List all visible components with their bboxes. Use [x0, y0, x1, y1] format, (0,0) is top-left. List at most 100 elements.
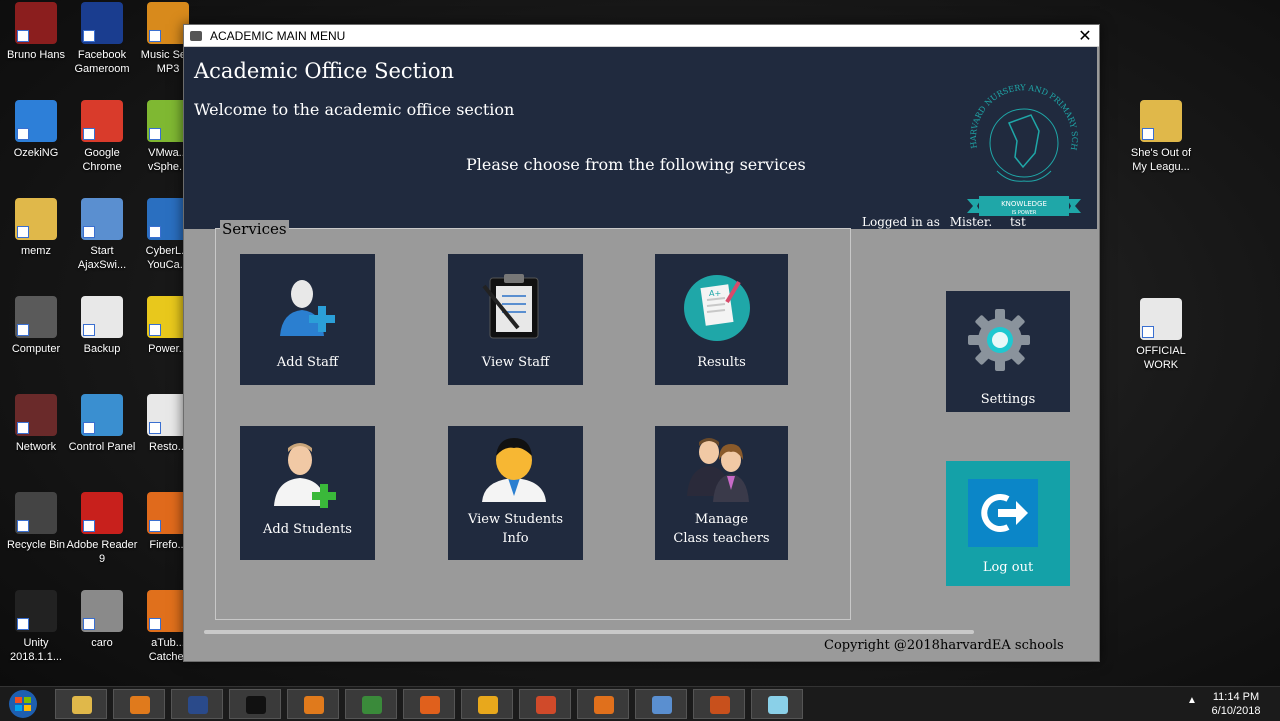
- results-button[interactable]: A+ Results: [655, 254, 788, 385]
- view-students-info-label-line2: Info: [502, 531, 529, 546]
- add-students-button[interactable]: Add Students: [240, 426, 375, 560]
- horizontal-scrollbar[interactable]: [204, 630, 974, 634]
- caro-icon: [81, 590, 123, 632]
- taskbar-button[interactable]: [461, 689, 513, 719]
- settings-label: Settings: [980, 392, 1036, 407]
- java-icon: [710, 696, 730, 714]
- app-icon: [768, 696, 788, 714]
- taskbar-button[interactable]: [519, 689, 571, 719]
- copyright-text: Copyright @2018harvardEA schools: [824, 638, 1064, 653]
- powerpoint-icon: [536, 696, 556, 714]
- desktop-icon-label: She's Out of My Leagu...: [1130, 147, 1192, 173]
- logout-button[interactable]: Log out: [946, 461, 1070, 586]
- add-staff-button[interactable]: Add Staff: [240, 254, 375, 385]
- desktop-icon[interactable]: OzekiNG: [0, 100, 72, 160]
- desktop-icon-label: OFFICIAL WORK: [1136, 345, 1186, 371]
- desktop-icon[interactable]: Bruno Hans: [0, 2, 72, 62]
- folder-icon: [15, 198, 57, 240]
- sublime-icon: [478, 696, 498, 714]
- java-app-icon: [190, 30, 202, 41]
- desktop-icon[interactable]: Recycle Bin: [0, 492, 72, 552]
- desktop-icon[interactable]: Start AjaxSwi...: [66, 198, 138, 272]
- manage-class-teachers-button[interactable]: Manage Class teachers: [655, 426, 788, 560]
- taskbar-button[interactable]: [693, 689, 745, 719]
- document-icon: [81, 296, 123, 338]
- taskbar-button[interactable]: [171, 689, 223, 719]
- logged-in-prefix: Logged in as: [862, 215, 940, 229]
- desktop-icon[interactable]: Google Chrome: [66, 100, 138, 174]
- taskbar-button[interactable]: [55, 689, 107, 719]
- header-panel: Academic Office Section Welcome to the a…: [184, 47, 1097, 229]
- start-button-icon[interactable]: [4, 689, 42, 719]
- taskbar-button[interactable]: [113, 689, 165, 719]
- word-document-icon: [1140, 298, 1182, 340]
- taskbar-button[interactable]: [229, 689, 281, 719]
- choose-services-text: Please choose from the following service…: [466, 155, 806, 174]
- results-label: Results: [697, 355, 746, 370]
- desktop-icon[interactable]: Network: [0, 394, 72, 454]
- view-staff-button[interactable]: View Staff: [448, 254, 583, 385]
- desktop-icon[interactable]: Adobe Reader 9: [66, 492, 138, 566]
- desktop-icon-label: Unity 2018.1.1...: [10, 637, 62, 663]
- taskbar: ▲ 11:14 PM 6/10/2018: [0, 686, 1280, 721]
- mysql-icon: [188, 696, 208, 714]
- teachers-icon: [687, 438, 749, 502]
- desktop-icon-label: Start AjaxSwi...: [77, 245, 127, 271]
- desktop-icon[interactable]: memz: [0, 198, 72, 258]
- ozeki-icon: [15, 100, 57, 142]
- desktop-icon-label: Recycle Bin: [6, 539, 66, 551]
- taskbar-button[interactable]: [403, 689, 455, 719]
- logged-in-status: Logged in as Mister. tst: [862, 215, 1026, 229]
- settings-button[interactable]: Settings: [946, 291, 1070, 412]
- gear-icon: [968, 309, 1030, 371]
- taskbar-button[interactable]: [577, 689, 629, 719]
- taskbar-button[interactable]: [751, 689, 803, 719]
- clock-time: 11:14 PM: [1212, 691, 1260, 703]
- desktop-icon[interactable]: Facebook Gameroom: [66, 2, 138, 76]
- logo-arc-text: HARVARD NURSERY AND PRIMARY SCHOOL: [959, 53, 1079, 151]
- desktop-icon-label: Network: [15, 441, 57, 453]
- desktop-icon-label: caro: [91, 637, 113, 649]
- taskbar-button[interactable]: [345, 689, 397, 719]
- atube-icon: [594, 696, 614, 714]
- add-staff-icon: [280, 280, 335, 336]
- view-students-info-button[interactable]: View Students Info: [448, 426, 583, 560]
- ajaxswitch-icon: [81, 198, 123, 240]
- show-hidden-icons-icon[interactable]: ▲: [1187, 695, 1197, 706]
- title-bar[interactable]: ACADEMIC MAIN MENU ✕: [184, 25, 1099, 47]
- desktop-icon[interactable]: Unity 2018.1.1...: [0, 590, 72, 664]
- add-staff-label: Add Staff: [276, 355, 339, 370]
- desktop-icon[interactable]: caro: [66, 590, 138, 650]
- taskbar-button[interactable]: [287, 689, 339, 719]
- manage-class-teachers-label-line2: Class teachers: [673, 531, 770, 546]
- add-students-label: Add Students: [263, 522, 352, 537]
- logged-in-extra: tst: [1009, 215, 1026, 229]
- adobe-reader-icon: [81, 492, 123, 534]
- window-title: ACADEMIC MAIN MENU: [210, 28, 346, 43]
- academic-main-menu-window: ACADEMIC MAIN MENU ✕ Academic Office Sec…: [183, 24, 1100, 662]
- desktop-icon[interactable]: Computer: [0, 296, 72, 356]
- svg-text:A+: A+: [709, 289, 721, 298]
- desktop-icon-label: Facebook Gameroom: [74, 49, 130, 75]
- folder-icon: [1140, 100, 1182, 142]
- desktop-icon[interactable]: Backup: [66, 296, 138, 356]
- cmd-icon: [246, 696, 266, 714]
- logout-icon: [968, 479, 1038, 547]
- control-panel-icon: [81, 394, 123, 436]
- close-button[interactable]: ✕: [1071, 26, 1099, 46]
- firefox-icon: [420, 696, 440, 714]
- file-explorer-icon: [72, 696, 92, 714]
- results-icon: A+: [684, 275, 750, 341]
- taskbar-button[interactable]: [635, 689, 687, 719]
- logo-banner-top: KNOWLEDGE: [1001, 200, 1047, 208]
- student-avatar-icon: [482, 438, 546, 502]
- system-clock[interactable]: 11:14 PM 6/10/2018: [1205, 690, 1267, 718]
- recycle-bin-icon: [15, 492, 57, 534]
- desktop-icon[interactable]: Control Panel: [66, 394, 138, 454]
- vlc-icon: [304, 696, 324, 714]
- assassin-icon: [15, 2, 57, 44]
- facebook-gameroom-icon: [81, 2, 123, 44]
- school-logo: HARVARD NURSERY AND PRIMARY SCHOOL KNOWL…: [959, 53, 1081, 216]
- desktop-icon[interactable]: She's Out of My Leagu...: [1125, 100, 1197, 174]
- desktop-icon[interactable]: OFFICIAL WORK: [1125, 298, 1197, 372]
